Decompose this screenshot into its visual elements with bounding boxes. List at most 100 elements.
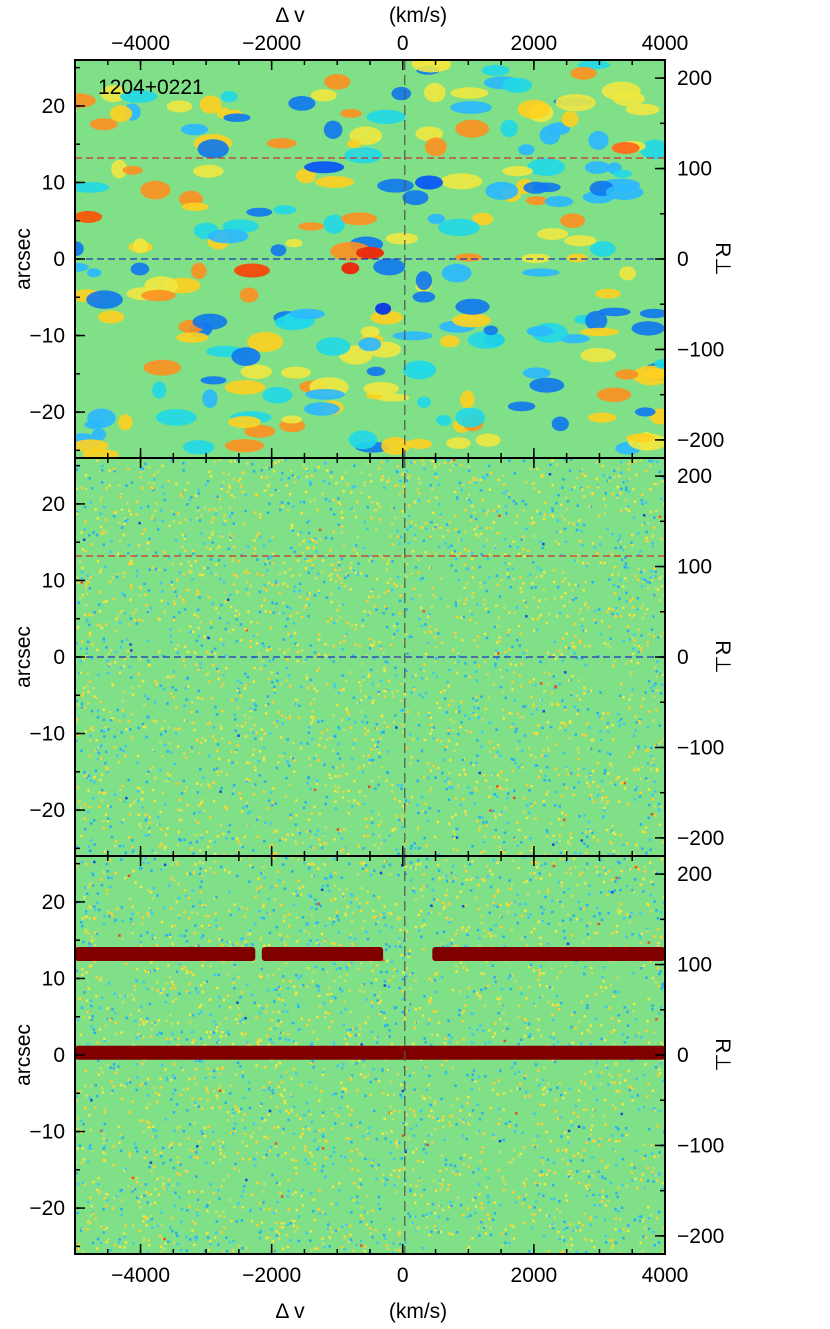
noise-pixel (217, 1189, 220, 1192)
noise-pixel (172, 600, 176, 603)
noise-pixel (341, 764, 345, 767)
noise-pixel (185, 872, 189, 875)
noise-pixel (628, 1088, 632, 1092)
noise-pixel (263, 1208, 266, 1211)
noise-pixel (370, 779, 374, 783)
noise-pixel (158, 618, 161, 621)
noise-pixel (515, 515, 519, 518)
noise-pixel (229, 593, 232, 596)
noise-pixel (584, 663, 588, 667)
noise-pixel (89, 734, 92, 738)
noise-pixel (231, 628, 235, 631)
noise-pixel (329, 475, 333, 479)
noise-pixel (393, 1157, 396, 1161)
noise-pixel (498, 514, 501, 517)
noise-pixel (189, 564, 193, 567)
noise-pixel (487, 696, 491, 700)
noise-pixel (301, 885, 305, 888)
noise-pixel (336, 790, 340, 794)
noise-pixel (635, 721, 638, 724)
noise-pixel (127, 552, 130, 555)
heatmap-blob (223, 113, 251, 122)
noise-pixel (223, 1226, 226, 1229)
noise-pixel (461, 928, 464, 932)
noise-pixel (428, 1018, 431, 1021)
noise-pixel (476, 603, 479, 606)
noise-pixel (127, 543, 130, 547)
noise-pixel (155, 944, 158, 947)
noise-pixel (171, 1000, 175, 1003)
noise-pixel (511, 680, 514, 684)
heatmap-blob (366, 109, 406, 124)
noise-pixel (341, 516, 344, 520)
noise-pixel (618, 534, 622, 537)
noise-pixel (200, 532, 203, 535)
noise-pixel (131, 845, 134, 849)
noise-pixel (594, 993, 597, 996)
noise-pixel (541, 919, 545, 923)
noise-pixel (110, 835, 114, 839)
noise-pixel (494, 652, 497, 656)
noise-pixel (363, 919, 366, 923)
noise-pixel (242, 1034, 245, 1038)
noise-pixel (170, 1078, 173, 1082)
noise-pixel (446, 529, 450, 532)
noise-pixel (220, 485, 223, 488)
noise-pixel (236, 706, 240, 710)
noise-pixel (504, 806, 507, 809)
noise-pixel (473, 528, 476, 531)
noise-pixel (268, 659, 272, 663)
noise-pixel (328, 917, 332, 920)
noise-pixel (603, 512, 606, 515)
noise-pixel (639, 791, 642, 795)
noise-pixel (260, 604, 263, 608)
noise-pixel (116, 614, 119, 618)
noise-pixel (407, 541, 411, 545)
noise-pixel (445, 1167, 448, 1171)
noise-pixel (503, 606, 506, 609)
noise-pixel (189, 872, 192, 876)
noise-pixel (638, 722, 642, 725)
noise-pixel (619, 509, 623, 512)
noise-pixel (277, 489, 281, 493)
noise-pixel (627, 467, 630, 471)
noise-pixel (238, 1014, 241, 1017)
noise-pixel (133, 1188, 137, 1191)
noise-pixel (639, 1241, 642, 1245)
noise-pixel (249, 707, 252, 710)
noise-pixel (581, 472, 585, 476)
noise-pixel (320, 731, 324, 735)
noise-pixel (611, 824, 614, 828)
noise-pixel (577, 900, 581, 904)
noise-pixel (534, 586, 537, 589)
noise-pixel (310, 722, 313, 725)
noise-pixel (525, 816, 529, 820)
noise-pixel (616, 467, 620, 471)
noise-pixel (615, 930, 618, 933)
noise-pixel (386, 562, 389, 565)
noise-pixel (262, 904, 265, 908)
noise-pixel (244, 1032, 247, 1035)
noise-pixel (270, 671, 274, 674)
noise-pixel (175, 860, 178, 863)
noise-pixel (388, 979, 391, 982)
noise-pixel (376, 999, 379, 1002)
noise-pixel (498, 1001, 501, 1005)
noise-pixel (200, 514, 203, 517)
noise-pixel (423, 663, 426, 666)
noise-pixel (462, 615, 466, 619)
noise-pixel (191, 1229, 194, 1232)
noise-pixel (335, 481, 338, 485)
noise-pixel (506, 631, 509, 635)
noise-pixel (428, 977, 431, 980)
noise-pixel (636, 661, 640, 665)
noise-pixel (301, 1188, 305, 1192)
noise-pixel (266, 695, 270, 698)
noise-pixel (467, 494, 471, 497)
noise-pixel (658, 823, 662, 826)
noise-pixel (231, 560, 234, 563)
noise-pixel (293, 632, 297, 635)
noise-pixel (165, 934, 168, 937)
noise-pixel (271, 681, 274, 684)
noise-pixel (245, 1178, 248, 1182)
